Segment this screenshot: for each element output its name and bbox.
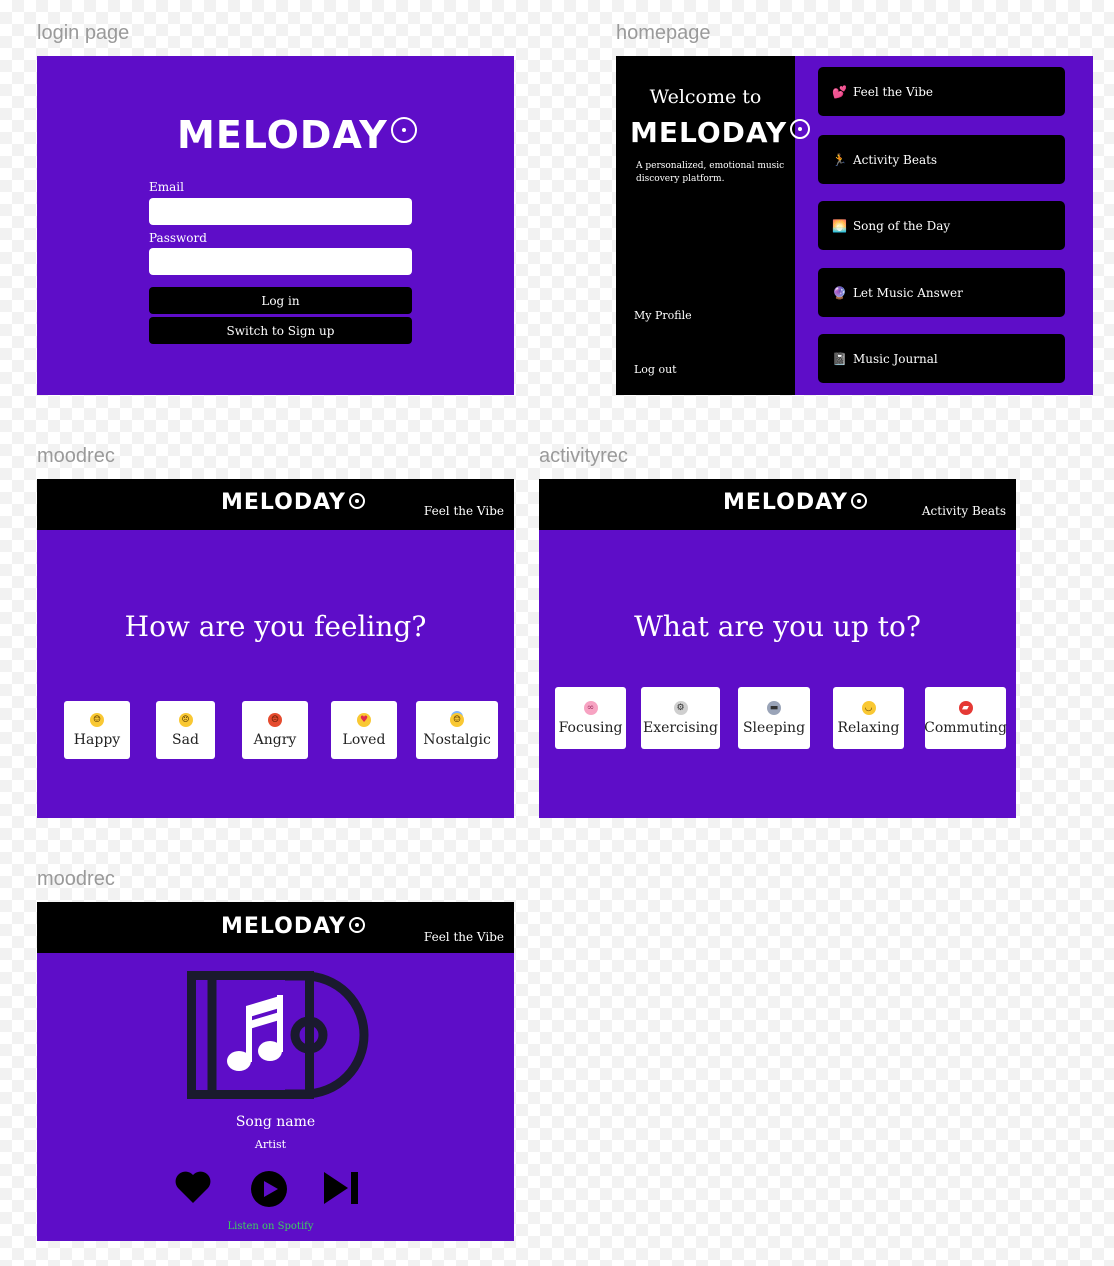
logo-text: MELODAY [221, 914, 346, 939]
activityrec-frame: MELODAY Activity Beats What are you up t… [539, 479, 1016, 818]
login-frame: MELODAY Email Password Log in Switch to … [37, 56, 514, 395]
frame-label-player: moodrec [37, 868, 115, 890]
mood-angry-button[interactable]: ☹ Angry [242, 701, 308, 759]
frame-label-homepage: homepage [616, 22, 711, 44]
cyclist-icon: ⚙ [673, 700, 688, 715]
login-logo: MELODAY [177, 113, 417, 157]
mood-label: Loved [342, 731, 386, 748]
notebook-icon: 📓 [832, 351, 847, 366]
menu-label: Song of the Day [852, 218, 951, 233]
menu-activity-beats[interactable]: 🏃 Activity Beats [818, 135, 1065, 184]
mood-nostalgic-button[interactable]: ☺ Nostalgic [416, 701, 498, 759]
menu-song-of-the-day[interactable]: 🌅 Song of the Day [818, 201, 1065, 250]
sunrise-icon: 🌅 [832, 218, 847, 233]
activity-label: Sleeping [742, 719, 806, 736]
home-sidebar: Welcome to MELODAY A personalized, emoti… [616, 56, 811, 395]
mood-label: Sad [172, 731, 199, 748]
activityrec-logo[interactable]: MELODAY [723, 490, 867, 515]
activityrec-topbar: MELODAY Activity Beats [539, 479, 1016, 530]
logo-text: MELODAY [221, 490, 346, 515]
frame-label-activityrec: activityrec [539, 445, 628, 467]
loved-face-icon: ♥ [357, 712, 371, 727]
menu-music-journal[interactable]: 📓 Music Journal [818, 334, 1065, 383]
moodrec-frame: MELODAY Feel the Vibe How are you feelin… [37, 479, 514, 818]
logo-text: MELODAY [177, 113, 388, 157]
artist-name: Artist [254, 1138, 287, 1151]
angel-face-icon: ☺ [450, 712, 464, 727]
vinyl-record-icon [348, 493, 365, 509]
homepage-frame: Welcome to MELODAY A personalized, emoti… [616, 56, 1093, 395]
menu-label: Let Music Answer [852, 285, 963, 300]
mood-label: Happy [73, 731, 121, 748]
listen-on-spotify-link[interactable]: Listen on Spotify [37, 1221, 504, 1232]
heart-icon[interactable] [175, 1170, 211, 1204]
menu-feel-the-vibe[interactable]: 💕 Feel the Vibe [818, 67, 1065, 116]
activity-sleeping-button[interactable]: ▬ Sleeping [738, 687, 810, 749]
activity-label: Exercising [642, 719, 719, 736]
log-out-link[interactable]: Log out [634, 363, 677, 376]
hearts-icon: 💕 [832, 84, 847, 99]
password-field[interactable] [149, 248, 412, 275]
menu-label: Feel the Vibe [852, 84, 934, 99]
mood-loved-button[interactable]: ♥ Loved [331, 701, 397, 759]
activity-label: Focusing [558, 719, 623, 736]
car-icon: ▰ [958, 700, 973, 715]
activity-exercising-button[interactable]: ⚙ Exercising [641, 687, 720, 749]
happy-face-icon: ☺ [90, 712, 104, 727]
activity-commuting-button[interactable]: ▰ Commuting [924, 687, 1007, 749]
logo-text: MELODAY [723, 490, 848, 515]
password-label: Password [149, 231, 207, 245]
home-logo: MELODAY [630, 116, 811, 149]
sad-face-icon: ☹ [178, 712, 193, 727]
play-icon[interactable] [250, 1170, 288, 1208]
switch-to-signup-button[interactable]: Switch to Sign up [149, 317, 412, 344]
activity-label: Commuting [924, 719, 1007, 736]
mood-question: How are you feeling? [124, 610, 427, 643]
album-art-icon [187, 971, 369, 1099]
frame-label-login: login page [37, 22, 130, 44]
section-title: Feel the Vibe [423, 504, 504, 518]
mood-happy-button[interactable]: ☺ Happy [64, 701, 130, 759]
vinyl-record-icon [850, 493, 867, 509]
my-profile-link[interactable]: My Profile [634, 309, 692, 322]
menu-let-music-answer[interactable]: 🔮 Let Music Answer [818, 268, 1065, 317]
mood-sad-button[interactable]: ☹ Sad [156, 701, 215, 759]
moodrec-topbar: MELODAY Feel the Vibe [37, 479, 514, 530]
logo-text: MELODAY [630, 116, 788, 149]
activity-label: Relaxing [837, 719, 900, 736]
crystal-ball-icon: 🔮 [832, 285, 847, 300]
moodrec-logo[interactable]: MELODAY [221, 490, 365, 515]
player-topbar: MELODAY Feel the Vibe [37, 902, 514, 953]
section-title: Activity Beats [921, 504, 1006, 518]
activity-question: What are you up to? [634, 610, 921, 643]
welcome-heading: Welcome to [649, 86, 762, 108]
tagline: A personalized, emotional music discover… [636, 161, 785, 184]
email-field[interactable] [149, 198, 412, 225]
section-title: Feel the Vibe [423, 930, 504, 944]
skip-next-icon[interactable] [324, 1172, 360, 1204]
angry-face-icon: ☹ [268, 712, 282, 727]
brain-icon: ∞ [583, 700, 598, 715]
song-name: Song name [235, 1114, 316, 1130]
player-logo[interactable]: MELODAY [221, 914, 365, 939]
menu-label: Activity Beats [852, 152, 938, 167]
activity-relaxing-button[interactable]: ◡ Relaxing [833, 687, 904, 749]
relieved-face-icon: ◡ [861, 700, 876, 715]
vinyl-record-icon [390, 117, 417, 143]
menu-label: Music Journal [852, 351, 938, 366]
runner-icon: 🏃 [832, 152, 847, 167]
activity-focusing-button[interactable]: ∞ Focusing [555, 687, 626, 749]
mood-label: Nostalgic [423, 731, 491, 748]
email-label: Email [149, 180, 184, 194]
vinyl-record-icon [348, 917, 365, 933]
login-button[interactable]: Log in [149, 287, 412, 314]
vinyl-record-icon [790, 119, 811, 139]
player-frame: MELODAY Feel the Vibe Song name Artist L… [37, 902, 514, 1241]
bed-icon: ▬ [767, 700, 781, 715]
mood-label: Angry [253, 731, 297, 748]
frame-label-moodrec: moodrec [37, 445, 115, 467]
